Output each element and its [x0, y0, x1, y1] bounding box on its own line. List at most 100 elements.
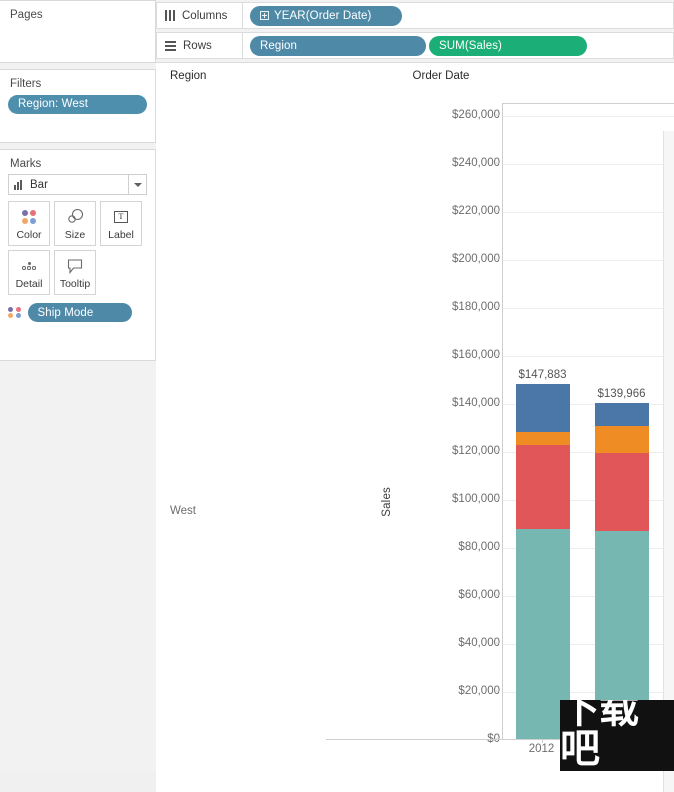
pages-drop-zone[interactable]	[0, 25, 155, 35]
bar-segment[interactable]	[516, 445, 570, 529]
rows-icon	[165, 41, 176, 51]
detail-dots-icon	[22, 256, 36, 276]
bar-total-label: $139,966	[598, 388, 646, 400]
rows-pill-zone[interactable]: Region SUM(Sales)	[243, 36, 587, 56]
y-tick-mark	[496, 355, 500, 356]
size-circles-icon	[65, 207, 85, 227]
bar-segment[interactable]	[595, 426, 649, 452]
y-tick-mark	[496, 259, 500, 260]
bar-mark-icon	[9, 180, 26, 190]
y-axis-title: Sales	[381, 487, 393, 517]
plot-zone: West Sales $0$20,000$40,000$60,000$80,00…	[156, 89, 674, 792]
color-pill-ship-mode[interactable]: Ship Mode	[28, 303, 132, 322]
gridline	[503, 164, 674, 165]
filter-pill-region[interactable]: Region: West	[8, 95, 147, 114]
pill-year-order-date-label: YEAR(Order Date)	[274, 10, 371, 22]
color-button-label: Color	[16, 229, 41, 241]
worksheet: Region Order Date West Sales $0$20,000$4…	[156, 62, 674, 792]
pages-card-title: Pages	[0, 1, 155, 25]
tableau-workspace: Pages Filters Region: West Marks Bar	[0, 0, 674, 771]
mark-type-select[interactable]: Bar	[8, 174, 147, 195]
y-tick-label: $20,000	[400, 685, 500, 697]
chart-plot-area[interactable]: $147,883$139,966$186,976$250,633	[502, 103, 674, 739]
tooltip-bubble-icon	[65, 256, 85, 276]
columns-pill-zone[interactable]: YEAR(Order Date)	[243, 6, 402, 26]
vertical-scrollbar[interactable]	[663, 131, 674, 792]
marks-card-body: Bar Color	[0, 174, 155, 332]
color-button[interactable]: Color	[8, 201, 50, 246]
header-order-date: Order Date	[222, 70, 674, 82]
gridline	[503, 308, 674, 309]
marks-legend-row: Ship Mode	[8, 303, 147, 322]
x-tick-label: 2012	[529, 743, 555, 755]
site-watermark: 下载吧 www.xiazaiba.com	[560, 700, 674, 771]
filters-drop-zone[interactable]: Region: West	[0, 94, 155, 124]
size-button[interactable]: Size	[54, 201, 96, 246]
label-button-label: Label	[108, 229, 134, 241]
color-dots-icon	[22, 207, 36, 227]
filters-card: Filters Region: West	[0, 69, 156, 143]
label-button[interactable]: T Label	[100, 201, 142, 246]
columns-shelf-label: Columns	[157, 3, 243, 28]
pill-year-order-date[interactable]: YEAR(Order Date)	[250, 6, 402, 26]
marks-card: Marks Bar Color	[0, 149, 156, 361]
y-tick-mark	[496, 547, 500, 548]
detail-button-label: Detail	[16, 278, 43, 290]
bar-segment[interactable]	[595, 403, 649, 426]
watermark-glyph: 下载吧	[560, 700, 674, 769]
pill-sum-sales[interactable]: SUM(Sales)	[429, 36, 587, 56]
gridline	[503, 356, 674, 357]
stacked-bar[interactable]: $139,966	[595, 403, 649, 739]
tooltip-button-label: Tooltip	[60, 278, 90, 290]
y-tick-mark	[496, 595, 500, 596]
gridline	[503, 260, 674, 261]
x-tick-mark	[542, 739, 543, 743]
color-dots-icon	[8, 307, 22, 319]
mark-type-label: Bar	[26, 179, 128, 191]
columns-shelf[interactable]: Columns YEAR(Order Date)	[156, 2, 674, 29]
columns-label-text: Columns	[182, 10, 227, 22]
y-tick-label: $40,000	[400, 637, 500, 649]
filters-card-title: Filters	[0, 70, 155, 94]
pill-region[interactable]: Region	[250, 36, 426, 56]
y-tick-label: $160,000	[400, 349, 500, 361]
rows-label-text: Rows	[183, 40, 212, 52]
chevron-down-icon[interactable]	[128, 175, 146, 194]
marks-card-title: Marks	[0, 150, 155, 174]
label-text-icon: T	[114, 207, 128, 227]
y-tick-mark	[496, 307, 500, 308]
y-tick-mark	[496, 115, 500, 116]
stacked-bar[interactable]: $147,883	[516, 384, 570, 739]
tooltip-button[interactable]: Tooltip	[54, 250, 96, 295]
y-tick-mark	[496, 643, 500, 644]
bar-total-label: $147,883	[519, 369, 567, 381]
y-tick-label: $120,000	[400, 445, 500, 457]
header-region: Region	[156, 70, 222, 82]
gridline	[503, 116, 674, 117]
shelves-container: Columns YEAR(Order Date) Rows Region SUM…	[156, 0, 674, 62]
y-tick-label: $180,000	[400, 301, 500, 313]
y-tick-label: $200,000	[400, 253, 500, 265]
y-tick-label: $240,000	[400, 157, 500, 169]
plus-box-icon[interactable]	[260, 11, 269, 20]
marks-buttons-row-1: Color Size T	[8, 201, 147, 246]
y-axis-ticks: $0$20,000$40,000$60,000$80,000$100,000$1…	[396, 89, 500, 792]
rows-shelf[interactable]: Rows Region SUM(Sales)	[156, 32, 674, 59]
y-tick-label: $60,000	[400, 589, 500, 601]
left-sidebar: Pages Filters Region: West Marks Bar	[0, 0, 156, 771]
y-tick-mark	[496, 451, 500, 452]
y-tick-label: $260,000	[400, 109, 500, 121]
y-tick-label: $140,000	[400, 397, 500, 409]
bar-segment[interactable]	[595, 453, 649, 531]
view-area: Columns YEAR(Order Date) Rows Region SUM…	[156, 0, 674, 771]
pages-card: Pages	[0, 0, 156, 63]
column-headers: Region Order Date	[156, 63, 674, 89]
y-tick-mark	[496, 163, 500, 164]
y-tick-label: $220,000	[400, 205, 500, 217]
y-tick-mark	[496, 691, 500, 692]
y-tick-mark	[496, 499, 500, 500]
detail-button[interactable]: Detail	[8, 250, 50, 295]
bar-segment[interactable]	[516, 384, 570, 432]
bar-segment[interactable]	[516, 432, 570, 445]
gridline	[503, 212, 674, 213]
